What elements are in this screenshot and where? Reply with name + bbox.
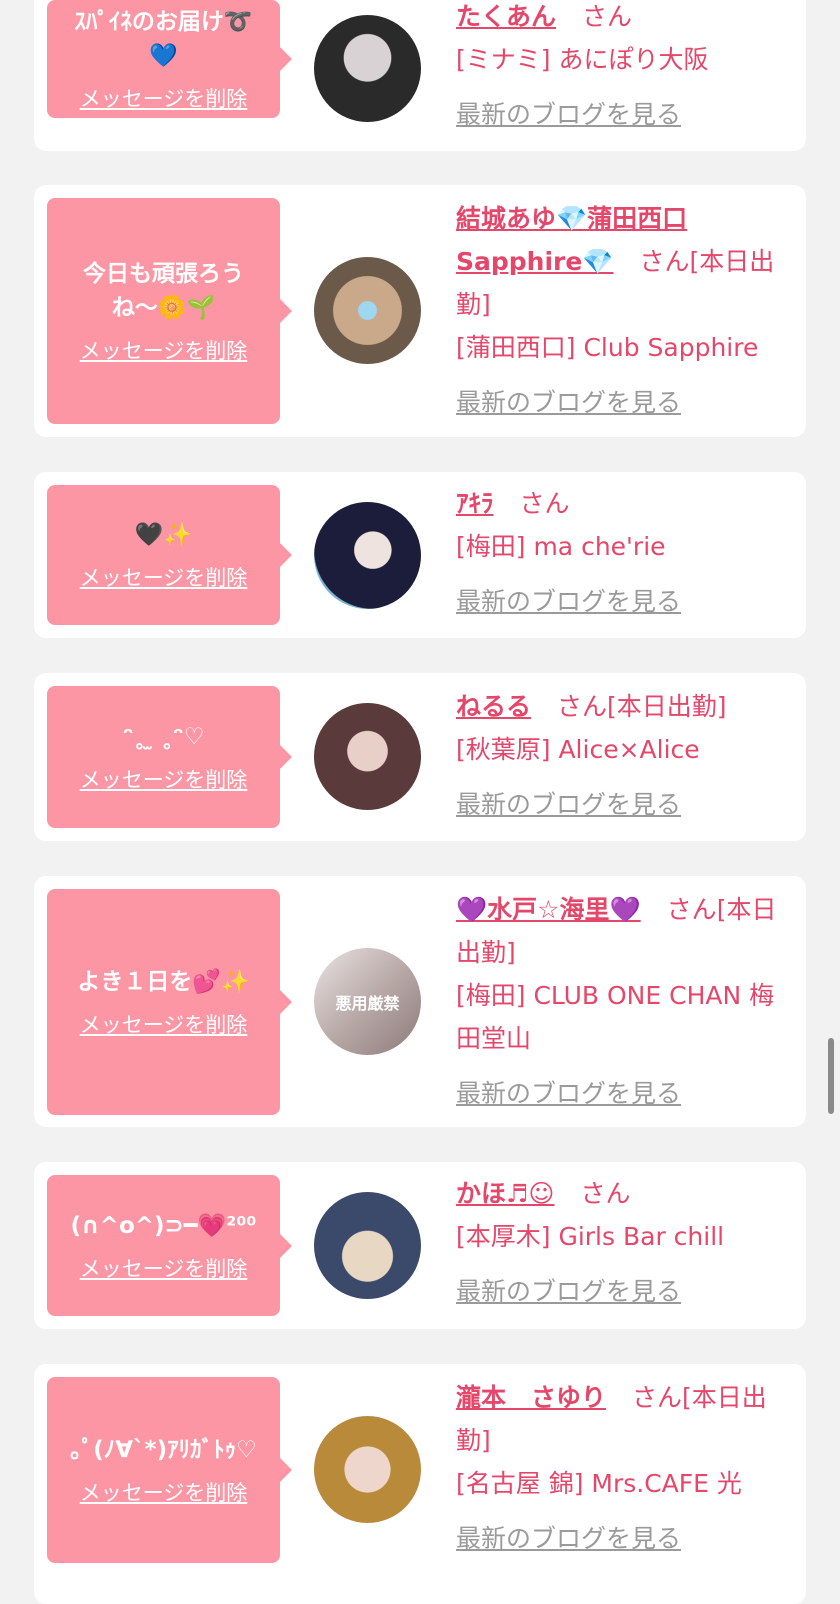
message-bubble: ᵔ˳ ̫ ˳ᵔ♡ メッセージを削除: [47, 686, 292, 828]
avatar[interactable]: [314, 257, 421, 364]
honorific: さん: [666, 895, 717, 924]
shop-name: [梅田] CLUB ONE CHAN 梅田堂山: [456, 981, 775, 1053]
latest-blog-link[interactable]: 最新のブログを見る: [456, 381, 786, 424]
latest-blog-link[interactable]: 最新のブログを見る: [456, 93, 786, 136]
profile-info: かほ♬☺︎ さん [本厚木] Girls Bar chill 最新のブログを見る: [456, 1172, 786, 1313]
honorific: さん: [582, 2, 633, 31]
delete-message-link[interactable]: メッセージを削除: [80, 1009, 248, 1039]
avatar[interactable]: [314, 1416, 421, 1523]
profile-info: ねるる さん[本日出勤] [秋葉原] Alice×Alice 最新のブログを見る: [456, 685, 786, 826]
profile-info: ｱｷﾗ さん [梅田] ma che'rie 最新のブログを見る: [456, 482, 786, 623]
honorific: さん: [639, 247, 690, 276]
message-card: (∩^o^)⊃━💗²⁰⁰ メッセージを削除 かほ♬☺︎ さん [本厚木] Girl…: [34, 1162, 806, 1329]
honorific: さん: [557, 692, 608, 721]
delete-message-link[interactable]: メッセージを削除: [80, 562, 248, 592]
attendance-status: [本日出勤]: [607, 692, 727, 721]
watermark-text: 悪用厳禁: [335, 993, 400, 1013]
delete-message-link[interactable]: メッセージを削除: [80, 1253, 248, 1283]
avatar[interactable]: [314, 502, 421, 609]
profile-info: 瀧本 さゆり さん[本日出勤] [名古屋 錦] Mrs.CAFE 光 最新のブログ…: [456, 1376, 786, 1560]
message-card: ᵔ˳ ̫ ˳ᵔ♡ メッセージを削除 ねるる さん[本日出勤] [秋葉原] Alic…: [34, 673, 806, 841]
vertical-scrollbar[interactable]: [828, 1038, 834, 1114]
message-bubble: (∩^o^)⊃━💗²⁰⁰ メッセージを削除: [47, 1175, 292, 1316]
profile-name-link[interactable]: ねるる: [456, 692, 531, 721]
delete-message-link[interactable]: メッセージを削除: [80, 83, 248, 113]
message-text: ｽﾊﾟｲﾈのお届け➰💙: [74, 9, 253, 69]
message-text: 🖤✨: [134, 522, 193, 548]
message-card: ｡ﾟ(ﾉ∀`*)ｱﾘｶﾞﾄｩ♡ メッセージを削除 瀧本 さゆり さん[本日出勤] …: [34, 1364, 806, 1604]
profile-name-link[interactable]: かほ♬☺︎: [456, 1179, 554, 1208]
latest-blog-link[interactable]: 最新のブログを見る: [456, 1517, 786, 1560]
latest-blog-link[interactable]: 最新のブログを見る: [456, 1072, 786, 1115]
profile-name-link[interactable]: ｱｷﾗ: [456, 489, 494, 518]
message-card: ｽﾊﾟｲﾈのお届け➰💙 メッセージを削除 たくあん さん [ミナミ] あにぽり大阪…: [34, 0, 806, 151]
message-text: (∩^o^)⊃━💗²⁰⁰: [70, 1212, 257, 1239]
honorific: さん: [632, 1383, 683, 1412]
message-text: 今日も頑張ろうね〜🌼🌱: [83, 261, 244, 321]
avatar[interactable]: [314, 703, 421, 810]
message-text: ᵔ˳ ̫ ˳ᵔ♡: [122, 724, 205, 750]
honorific: さん: [519, 489, 570, 518]
honorific: さん: [580, 1179, 631, 1208]
profile-name-link[interactable]: 💜水戸☆海里💜: [456, 895, 641, 924]
latest-blog-link[interactable]: 最新のブログを見る: [456, 1270, 786, 1313]
message-text: よき１日を💕✨: [77, 969, 250, 995]
shop-name: [名古屋 錦] Mrs.CAFE 光: [456, 1469, 742, 1498]
message-text: ｡ﾟ(ﾉ∀`*)ｱﾘｶﾞﾄｩ♡: [70, 1437, 257, 1463]
latest-blog-link[interactable]: 最新のブログを見る: [456, 580, 786, 623]
avatar[interactable]: [314, 15, 421, 122]
shop-name: [蒲田西口] Club Sapphire: [456, 333, 759, 362]
delete-message-link[interactable]: メッセージを削除: [80, 764, 248, 794]
latest-blog-link[interactable]: 最新のブログを見る: [456, 783, 786, 826]
profile-name-link[interactable]: たくあん: [456, 2, 556, 31]
shop-name: [秋葉原] Alice×Alice: [456, 735, 700, 764]
shop-name: [ミナミ] あにぽり大阪: [456, 45, 709, 74]
avatar[interactable]: [314, 1192, 421, 1299]
message-bubble: ｡ﾟ(ﾉ∀`*)ｱﾘｶﾞﾄｩ♡ メッセージを削除: [47, 1377, 292, 1563]
profile-info: 💜水戸☆海里💜 さん[本日出勤] [梅田] CLUB ONE CHAN 梅田堂山 …: [456, 888, 786, 1115]
message-bubble: ｽﾊﾟｲﾈのお届け➰💙 メッセージを削除: [47, 0, 292, 118]
profile-info: 結城あゆ💎蒲田西口Sapphire💎 さん[本日出勤] [蒲田西口] Club S…: [456, 197, 786, 424]
shop-name: [梅田] ma che'rie: [456, 532, 666, 561]
delete-message-link[interactable]: メッセージを削除: [80, 1477, 248, 1507]
profile-name-link[interactable]: 瀧本 さゆり: [456, 1383, 606, 1412]
message-bubble: 今日も頑張ろうね〜🌼🌱 メッセージを削除: [47, 198, 292, 424]
shop-name: [本厚木] Girls Bar chill: [456, 1222, 725, 1251]
avatar[interactable]: 悪用厳禁: [314, 948, 421, 1055]
delete-message-link[interactable]: メッセージを削除: [80, 335, 248, 365]
message-card: 🖤✨ メッセージを削除 ｱｷﾗ さん [梅田] ma che'rie 最新のブログ…: [34, 472, 806, 638]
message-card: よき１日を💕✨ メッセージを削除 悪用厳禁 💜水戸☆海里💜 さん[本日出勤] [梅…: [34, 876, 806, 1127]
message-bubble: 🖤✨ メッセージを削除: [47, 485, 292, 625]
message-card: 今日も頑張ろうね〜🌼🌱 メッセージを削除 結城あゆ💎蒲田西口Sapphire💎 さ…: [34, 185, 806, 437]
profile-info: たくあん さん [ミナミ] あにぽり大阪 最新のブログを見る: [456, 0, 786, 136]
message-bubble: よき１日を💕✨ メッセージを削除: [47, 889, 292, 1115]
